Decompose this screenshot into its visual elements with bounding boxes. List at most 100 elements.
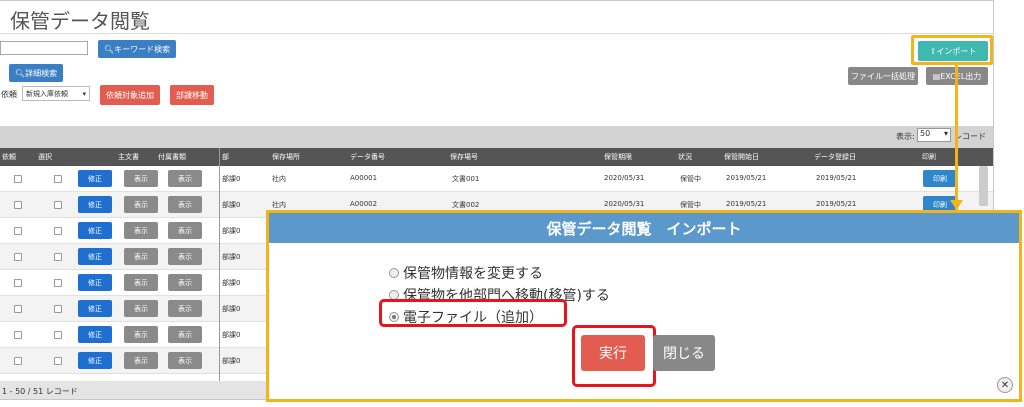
show-attachment-button[interactable]: 表示 bbox=[168, 170, 202, 187]
col-limit[interactable]: 保管期限 bbox=[604, 152, 632, 162]
cell-dept: 部課0 bbox=[222, 253, 241, 261]
bulk-file-process-button[interactable]: ファイル一括処理 bbox=[848, 67, 918, 85]
show-attachment-button[interactable]: 表示 bbox=[168, 196, 202, 213]
col-print[interactable]: 印刷 bbox=[922, 152, 936, 162]
col-select[interactable]: 選択 bbox=[38, 152, 52, 162]
print-button[interactable]: 印刷 bbox=[923, 170, 957, 187]
cell-dept: 部課0 bbox=[222, 305, 241, 313]
show-main-doc-button[interactable]: 表示 bbox=[124, 222, 158, 239]
display-count-label: 表示: bbox=[896, 132, 915, 141]
close-button[interactable]: 閉じる bbox=[653, 335, 715, 371]
show-main-doc-button[interactable]: 表示 bbox=[124, 274, 158, 291]
show-main-doc-button[interactable]: 表示 bbox=[124, 352, 158, 369]
fix-button[interactable]: 修正 bbox=[78, 222, 112, 239]
option-label: 保管物情報を変更する bbox=[403, 266, 543, 282]
select-checkbox[interactable] bbox=[54, 279, 62, 287]
cell-location: 社内 bbox=[272, 201, 286, 209]
request-checkbox[interactable] bbox=[14, 175, 22, 183]
request-checkbox[interactable] bbox=[14, 331, 22, 339]
keyword-input[interactable] bbox=[0, 41, 88, 55]
col-dept[interactable]: 部 bbox=[222, 152, 229, 162]
dialog-title: 保管データ閲覧 インポート bbox=[269, 213, 1019, 243]
import-highlight bbox=[911, 35, 993, 65]
request-checkbox[interactable] bbox=[14, 279, 22, 287]
table-header: 依頼 選択 主文書 付属書類 部 保存場所 データ番号 保存場号 保管期限 状況… bbox=[0, 148, 993, 166]
fix-button[interactable]: 修正 bbox=[78, 326, 112, 343]
table-scrollbar[interactable] bbox=[979, 166, 988, 206]
search-icon: 🔍︎ bbox=[103, 44, 115, 54]
fix-button[interactable]: 修正 bbox=[78, 352, 112, 369]
close-icon[interactable]: ✕ bbox=[997, 377, 1013, 393]
title-divider bbox=[0, 33, 993, 34]
col-storage-no[interactable]: 保存場号 bbox=[450, 152, 478, 162]
record-unit-label: レコード bbox=[954, 132, 986, 141]
fix-button[interactable]: 修正 bbox=[78, 170, 112, 187]
show-main-doc-button[interactable]: 表示 bbox=[124, 196, 158, 213]
col-request[interactable]: 依頼 bbox=[2, 152, 16, 162]
option-change-info[interactable]: 保管物情報を変更する bbox=[389, 263, 543, 283]
col-status[interactable]: 状況 bbox=[678, 152, 692, 162]
col-attachment[interactable]: 付属書類 bbox=[158, 152, 186, 162]
select-checkbox[interactable] bbox=[54, 175, 62, 183]
select-checkbox[interactable] bbox=[54, 253, 62, 261]
import-dialog: 保管データ閲覧 インポート 保管物情報を変更する 保管物を他部門へ移動(移管)す… bbox=[266, 210, 1022, 402]
excel-label: EXCEL出力 bbox=[940, 71, 982, 81]
select-checkbox[interactable] bbox=[54, 227, 62, 235]
keyword-search-label: キーワード検索 bbox=[114, 44, 171, 54]
search-icon: 🔍︎ bbox=[14, 68, 26, 78]
connector-line bbox=[955, 64, 958, 210]
cell-limit: 2020/05/31 bbox=[604, 200, 645, 208]
select-checkbox[interactable] bbox=[54, 305, 62, 313]
col-reg-date[interactable]: データ登録日 bbox=[814, 152, 856, 162]
cell-status: 保管中 bbox=[680, 175, 701, 183]
cell-dept: 部課0 bbox=[222, 201, 241, 209]
show-main-doc-button[interactable]: 表示 bbox=[124, 300, 158, 317]
detail-search-button[interactable]: 🔍︎ 詳細検索 bbox=[9, 64, 63, 82]
show-attachment-button[interactable]: 表示 bbox=[168, 274, 202, 291]
keyword-search-button[interactable]: 🔍︎ キーワード検索 bbox=[98, 40, 176, 58]
display-count-select[interactable]: 50 ▾ bbox=[917, 128, 951, 142]
col-data-number[interactable]: データ番号 bbox=[350, 152, 385, 162]
request-type-value: 新規入庫依頼 bbox=[26, 89, 68, 98]
cell-dept: 部課0 bbox=[222, 227, 241, 235]
fix-button[interactable]: 修正 bbox=[78, 274, 112, 291]
request-checkbox[interactable] bbox=[14, 227, 22, 235]
show-attachment-button[interactable]: 表示 bbox=[168, 300, 202, 317]
fix-button[interactable]: 修正 bbox=[78, 248, 112, 265]
cell-doc: 文書001 bbox=[452, 175, 480, 183]
cell-dept: 部課0 bbox=[222, 279, 241, 287]
fix-button[interactable]: 修正 bbox=[78, 300, 112, 317]
cell-location: 社内 bbox=[272, 175, 286, 183]
cell-reg: 2019/05/21 bbox=[816, 200, 857, 208]
col-start-date[interactable]: 保管開始日 bbox=[724, 152, 759, 162]
request-label: 依頼 bbox=[1, 90, 17, 99]
request-checkbox[interactable] bbox=[14, 201, 22, 209]
selected-option-highlight bbox=[379, 299, 567, 327]
display-count-value: 50 bbox=[920, 129, 931, 138]
request-checkbox[interactable] bbox=[14, 305, 22, 313]
show-attachment-button[interactable]: 表示 bbox=[168, 352, 202, 369]
select-checkbox[interactable] bbox=[54, 201, 62, 209]
show-main-doc-button[interactable]: 表示 bbox=[124, 248, 158, 265]
col-location[interactable]: 保存場所 bbox=[272, 152, 300, 162]
show-attachment-button[interactable]: 表示 bbox=[168, 248, 202, 265]
toolbar-band bbox=[0, 126, 993, 148]
col-main-doc[interactable]: 主文書 bbox=[118, 152, 139, 162]
table-row: 修正 表示 表示 部課0 社内 A00001 文書001 2020/05/31 … bbox=[0, 166, 993, 192]
cell-limit: 2020/05/31 bbox=[604, 174, 645, 182]
request-checkbox[interactable] bbox=[14, 253, 22, 261]
show-main-doc-button[interactable]: 表示 bbox=[124, 170, 158, 187]
show-main-doc-button[interactable]: 表示 bbox=[124, 326, 158, 343]
show-attachment-button[interactable]: 表示 bbox=[168, 222, 202, 239]
request-checkbox[interactable] bbox=[14, 357, 22, 365]
add-request-target-button[interactable]: 依頼対象追加 bbox=[100, 85, 160, 105]
dept-move-button[interactable]: 部課移動 bbox=[170, 85, 214, 105]
radio-icon[interactable] bbox=[389, 268, 399, 278]
show-attachment-button[interactable]: 表示 bbox=[168, 326, 202, 343]
select-checkbox[interactable] bbox=[54, 357, 62, 365]
fix-button[interactable]: 修正 bbox=[78, 196, 112, 213]
select-checkbox[interactable] bbox=[54, 331, 62, 339]
column-divider bbox=[219, 148, 220, 383]
request-type-select[interactable]: 新規入庫依頼 ▾ bbox=[22, 86, 90, 101]
cell-dept: 部課0 bbox=[222, 175, 241, 183]
